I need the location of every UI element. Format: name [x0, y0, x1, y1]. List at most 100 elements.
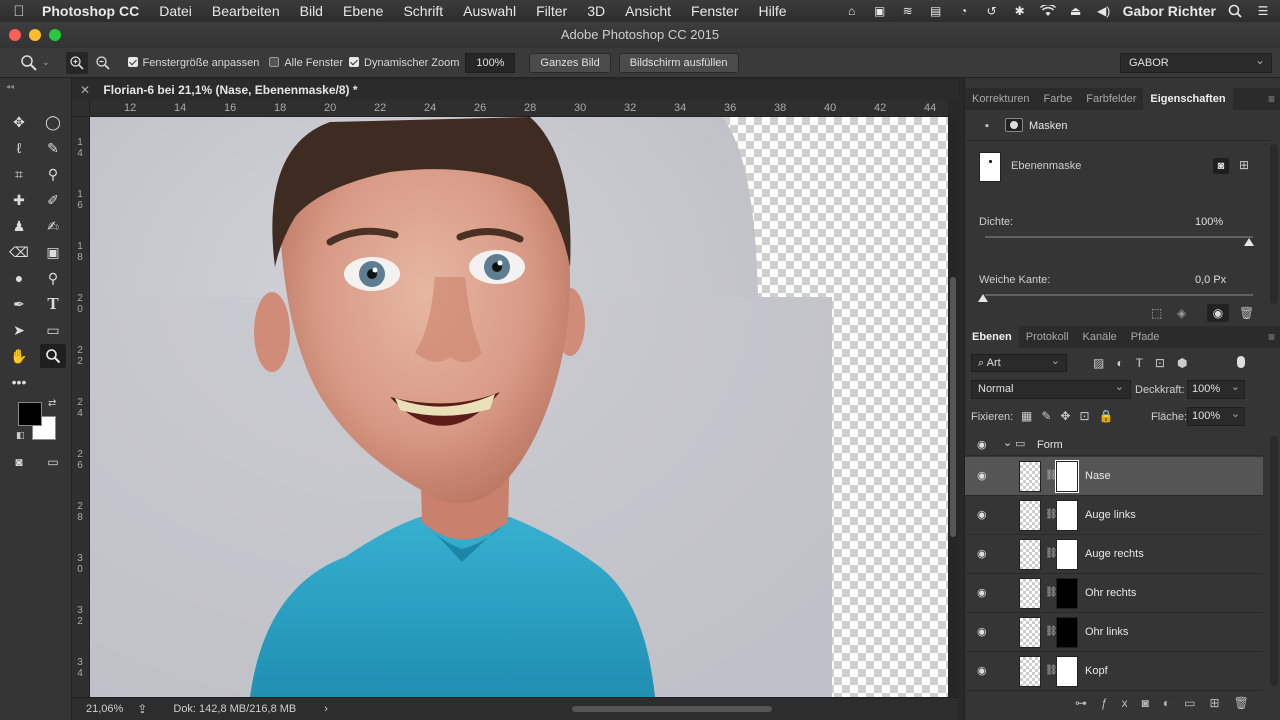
- tab-farbfelder[interactable]: Farbfelder: [1079, 88, 1143, 110]
- full-image-button[interactable]: Ganzes Bild: [529, 52, 611, 73]
- crop-tool-icon[interactable]: ⌗: [6, 162, 32, 186]
- tab-eigenschaften[interactable]: Eigenschaften: [1143, 88, 1233, 110]
- layer-filter-icons[interactable]: ▨◐T⊡⬢: [1093, 356, 1199, 370]
- layer-row[interactable]: ◉ ⛓ Ohr rechts: [965, 574, 1263, 613]
- zoom-out-icon[interactable]: [92, 52, 114, 74]
- layer-mask-thumbnail[interactable]: [1056, 539, 1078, 570]
- ruler-origin[interactable]: [72, 100, 90, 117]
- layer-mask-thumbnail[interactable]: [1056, 578, 1078, 609]
- layers-panel-menu-icon[interactable]: ≡: [1268, 330, 1275, 344]
- document-tab[interactable]: ✕ Florian-6 bei 21,1% (Nase, Ebenenmaske…: [80, 80, 358, 100]
- layer-row[interactable]: ◉ ⛓ Auge rechts: [965, 535, 1263, 574]
- tab-farbe[interactable]: Farbe: [1036, 88, 1079, 110]
- home-status-icon[interactable]: ⌂: [843, 4, 861, 18]
- tab-ebenen[interactable]: Ebenen: [965, 326, 1019, 348]
- close-window-button[interactable]: [9, 29, 21, 41]
- menu-bearbeiten[interactable]: Bearbeiten: [202, 3, 290, 19]
- fill-field[interactable]: 100% ⌄: [1187, 407, 1245, 426]
- group-expand-chevron-icon[interactable]: ⌄: [1003, 436, 1012, 449]
- lock-option-icons[interactable]: ▦✎✥⊡🔒: [1021, 409, 1122, 423]
- layer-mask-thumbnail[interactable]: [1056, 656, 1078, 687]
- clone-stamp-tool-icon[interactable]: ♟: [6, 214, 32, 238]
- display-status-icon[interactable]: ▤: [927, 4, 945, 18]
- menu-hilfe[interactable]: Hilfe: [749, 3, 797, 19]
- select-pixel-mask-icon[interactable]: ◙: [1213, 158, 1229, 174]
- layer-thumbnail[interactable]: [1019, 539, 1041, 570]
- layer-filter-dropdown[interactable]: ⌕ Art ⌄: [971, 354, 1067, 372]
- sync-status-icon[interactable]: ≋: [899, 4, 917, 18]
- type-tool-icon[interactable]: T: [40, 292, 66, 316]
- notification-center-icon[interactable]: ☰: [1254, 4, 1272, 18]
- screen-mode-icon[interactable]: ▭: [40, 450, 66, 474]
- menu-app-photoshop[interactable]: Photoshop CC: [38, 3, 149, 19]
- layer-mask-thumbnail[interactable]: [1056, 617, 1078, 648]
- vertical-ruler[interactable]: 1 4 1 6 1 8 2 0 2 2 2 4 2 6 2 8 3 0 3 2 3 4: [72, 117, 90, 697]
- pixel-mask-icon[interactable]: ▪: [985, 120, 989, 132]
- workspace-dropdown[interactable]: GABOR: [1120, 51, 1272, 73]
- bluetooth-status-icon[interactable]: ✱: [1011, 4, 1029, 18]
- layer-row[interactable]: ◉ ⛓ Kopf: [965, 652, 1263, 691]
- layer-group-form[interactable]: ◉ ⌄ ▭ Form: [965, 434, 1263, 456]
- eyedropper-tool-icon[interactable]: ⚲: [40, 162, 66, 186]
- menu-3d[interactable]: 3D: [577, 3, 615, 19]
- menu-ansicht[interactable]: Ansicht: [615, 3, 681, 19]
- preset-chevron-down-icon[interactable]: ⌄: [42, 57, 50, 68]
- path-selection-tool-icon[interactable]: ➤: [6, 318, 32, 342]
- menu-fenster[interactable]: Fenster: [681, 3, 748, 19]
- layer-visibility-eye-icon[interactable]: ◉: [977, 469, 991, 483]
- hand-tool-icon[interactable]: ✋: [6, 344, 32, 368]
- load-selection-icon[interactable]: ⬚: [1151, 306, 1162, 320]
- menu-schrift[interactable]: Schrift: [393, 3, 453, 19]
- zoom-value-field[interactable]: 100%: [465, 52, 516, 73]
- collapse-toolbar-icon[interactable]: ◂◂: [6, 82, 14, 91]
- user-name[interactable]: Gabor Richter: [1123, 3, 1216, 19]
- blur-tool-icon[interactable]: ●: [6, 266, 32, 290]
- wifi-status-icon[interactable]: [1039, 4, 1057, 18]
- layer-row[interactable]: ◉ ⛓ Auge links: [965, 496, 1263, 535]
- blend-mode-dropdown[interactable]: Normal ⌄: [971, 380, 1131, 399]
- move-tool-icon[interactable]: ✥: [6, 110, 32, 134]
- canvas-horizontal-scrollbar[interactable]: [572, 706, 772, 712]
- layer-thumbnail[interactable]: [1019, 656, 1041, 687]
- marquee-tool-icon[interactable]: ◯: [40, 110, 66, 134]
- gradient-tool-icon[interactable]: ▣: [40, 240, 66, 264]
- eject-status-icon[interactable]: ⏏: [1067, 4, 1085, 18]
- zoom-level[interactable]: 21,06%: [86, 703, 123, 715]
- tab-korrekturen[interactable]: Korrekturen: [965, 88, 1036, 110]
- healing-brush-tool-icon[interactable]: ✚: [6, 188, 32, 212]
- close-document-icon[interactable]: ✕: [80, 83, 90, 97]
- properties-scrollbar[interactable]: [1270, 144, 1278, 304]
- disable-mask-eye-icon[interactable]: ◉: [1207, 304, 1229, 322]
- layer-visibility-eye-icon[interactable]: ◉: [977, 547, 991, 561]
- feather-slider-handle[interactable]: [978, 294, 988, 302]
- timemachine-status-icon[interactable]: ↺: [983, 4, 1001, 18]
- density-slider-handle[interactable]: [1244, 238, 1254, 246]
- zoom-in-icon[interactable]: [65, 51, 88, 74]
- layer-thumbnail[interactable]: [1019, 578, 1041, 609]
- camera-status-icon[interactable]: ▣: [871, 4, 889, 18]
- layer-visibility-eye-icon[interactable]: ◉: [977, 625, 991, 639]
- layer-thumbnail[interactable]: [1019, 500, 1041, 531]
- group-visibility-eye-icon[interactable]: ◉: [977, 438, 987, 451]
- spotlight-search-icon[interactable]: [1226, 4, 1244, 18]
- layer-mask-thumbnail[interactable]: [1056, 500, 1078, 531]
- filter-toggle-icon[interactable]: [1237, 356, 1245, 368]
- document-canvas[interactable]: [90, 117, 948, 697]
- all-windows-checkbox[interactable]: Alle Fenster: [269, 56, 343, 69]
- fill-screen-button[interactable]: Bildschirm ausfüllen: [618, 52, 739, 73]
- default-colors-icon[interactable]: ◧: [16, 430, 25, 441]
- gauge-status-icon[interactable]: ◔: [955, 4, 973, 18]
- layer-thumbnail[interactable]: [1019, 617, 1041, 648]
- layer-visibility-eye-icon[interactable]: ◉: [977, 586, 991, 600]
- tab-protokoll[interactable]: Protokoll: [1019, 326, 1076, 348]
- canvas-vertical-scrollbar[interactable]: [948, 117, 958, 697]
- swap-colors-icon[interactable]: ⇄: [48, 398, 56, 409]
- layer-visibility-eye-icon[interactable]: ◉: [977, 664, 991, 678]
- lasso-tool-icon[interactable]: ℓ: [6, 136, 32, 160]
- apple-menu-icon[interactable]: : [0, 3, 38, 20]
- delete-mask-icon[interactable]: 🗑: [1239, 306, 1254, 320]
- layer-thumbnail[interactable]: [1019, 461, 1041, 492]
- zoom-window-button[interactable]: [49, 29, 61, 41]
- layers-scrollbar[interactable]: [1270, 436, 1278, 686]
- zoom-tool-icon[interactable]: [40, 344, 66, 368]
